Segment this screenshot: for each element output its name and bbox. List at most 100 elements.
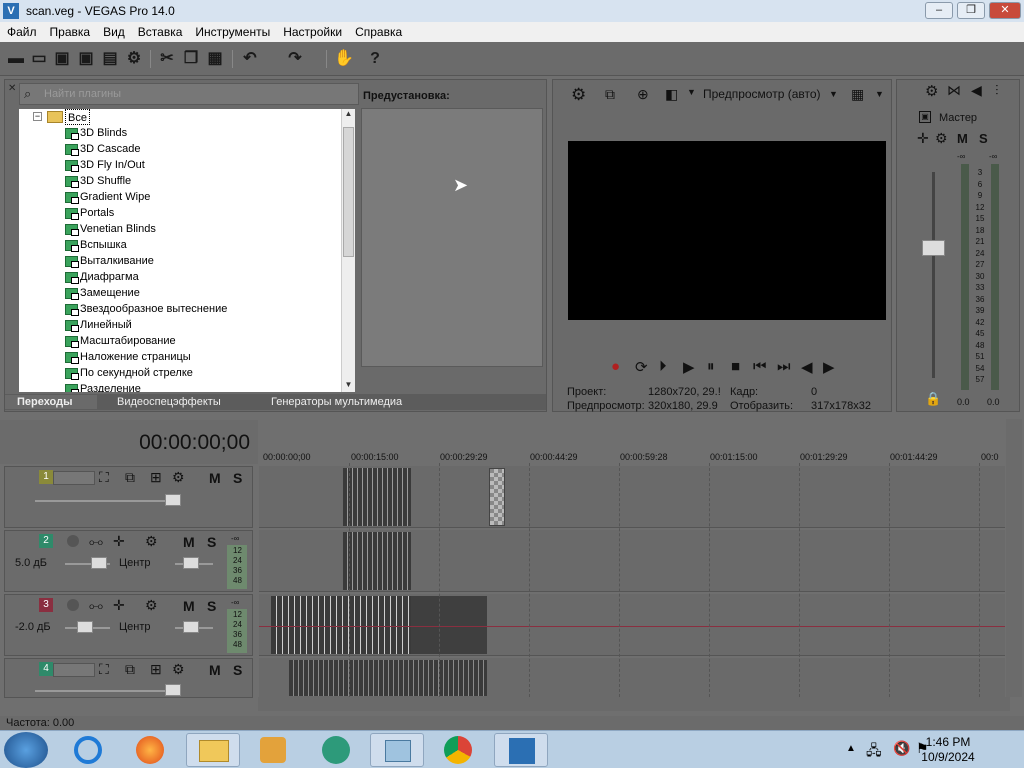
master-fader-handle[interactable] xyxy=(922,240,945,256)
scroll-thumb[interactable] xyxy=(343,127,354,257)
plugin-item[interactable]: 3D Shuffle xyxy=(80,173,131,189)
preview-device-icon[interactable]: ⧉ xyxy=(605,86,615,103)
track-header-2[interactable]: 2 ⧟ ✛ ⚙ M S 5.0 дБ Центр -∞ 12 24 36 48 xyxy=(4,530,253,592)
plugin-item[interactable]: Вспышка xyxy=(80,237,127,253)
track-header-4[interactable]: 4 ⛶ ⧉ ⊞ ⚙ M S xyxy=(4,658,253,698)
plugin-item[interactable]: 3D Blinds xyxy=(80,125,127,141)
save-icon[interactable]: ▣ xyxy=(52,49,72,69)
preview-quality-dropdown[interactable]: Предпросмотр (авто) xyxy=(703,87,821,101)
master-solo-button[interactable]: S xyxy=(979,131,988,146)
track-settings-gear-icon[interactable]: ⚙ xyxy=(172,469,185,486)
track-invert-icon[interactable]: ⧟ xyxy=(89,597,103,614)
timeline-ruler[interactable]: 00:00:00;00 00:00:15:00 00:00:29:29 00:00:4… xyxy=(259,443,1009,465)
firefox-icon[interactable] xyxy=(126,733,180,767)
split-screen-icon[interactable]: ⊕ xyxy=(637,86,649,103)
cut-icon[interactable]: ✂ xyxy=(157,49,177,69)
plugin-item[interactable]: Portals xyxy=(80,205,114,221)
plugin-tree-scrollbar[interactable]: ▲ ▼ xyxy=(341,109,355,392)
tab-media-generators[interactable]: Генераторы мультимедиа xyxy=(271,395,402,409)
play-from-start-icon[interactable]: ⏵ xyxy=(659,358,667,375)
menu-view[interactable]: Вид xyxy=(96,22,131,39)
video-clip[interactable] xyxy=(343,468,411,526)
record-icon[interactable]: ● xyxy=(611,358,620,375)
tree-root-all[interactable]: Все xyxy=(65,109,90,125)
plugin-item[interactable]: Диафрагма xyxy=(80,269,139,285)
plugin-item[interactable]: Выталкивание xyxy=(80,253,154,269)
plugin-item[interactable]: Линейный xyxy=(80,317,132,333)
preview-quality-chevron-icon[interactable]: ▼ xyxy=(829,89,838,99)
track-pan-handle[interactable] xyxy=(183,621,199,633)
timeline-horizontal-scrollbar[interactable] xyxy=(258,697,1010,711)
track-level-slider[interactable] xyxy=(35,500,170,502)
track-solo-button[interactable]: S xyxy=(233,662,242,678)
track-lane-2[interactable] xyxy=(259,530,1005,592)
grid-icon[interactable]: ▦ xyxy=(851,86,864,103)
menu-help[interactable]: Справка xyxy=(348,22,408,39)
undo-icon[interactable]: ↶ xyxy=(240,49,260,69)
new-icon[interactable]: ▬ xyxy=(6,49,26,69)
minimize-button[interactable]: – xyxy=(925,2,953,19)
master-fx-icon[interactable]: ⚙ xyxy=(935,130,948,147)
network-icon[interactable]: 🖧 xyxy=(866,740,882,764)
vegas-taskbar-icon[interactable] xyxy=(494,733,548,767)
track-solo-button[interactable]: S xyxy=(233,470,242,486)
preset-area[interactable] xyxy=(361,108,543,367)
tray-expand-icon[interactable]: ▲ xyxy=(846,743,856,754)
track-fx-icon[interactable]: ⧉ xyxy=(125,469,135,486)
app-icon[interactable] xyxy=(310,733,364,767)
menu-tools[interactable]: Инструменты xyxy=(188,22,276,39)
track-lane-3[interactable] xyxy=(259,594,1005,656)
scroll-up-icon[interactable]: ▲ xyxy=(342,109,355,121)
mixer-gear-icon[interactable]: ⚙ xyxy=(925,82,938,100)
mixer-fader-icon[interactable]: ⫶ xyxy=(995,82,999,99)
start-button[interactable] xyxy=(4,732,48,768)
system-clock[interactable]: 1:46 PM 10/9/2024 xyxy=(918,735,978,765)
track-composite-icon[interactable]: ⊞ xyxy=(150,469,162,486)
save-as-icon[interactable]: ▣ xyxy=(76,49,96,69)
next-frame-icon[interactable]: ▶ xyxy=(823,358,835,376)
track-mute-button[interactable]: M xyxy=(183,598,195,614)
track-name-field[interactable] xyxy=(53,471,95,485)
panel-close-icon[interactable]: ✕ xyxy=(8,83,16,94)
track-invert-icon[interactable]: ⧟ xyxy=(89,533,103,550)
tab-transitions[interactable]: Переходы xyxy=(5,395,97,409)
paste-icon[interactable]: ▦ xyxy=(205,49,225,69)
tab-video-fx[interactable]: Видеоспецэффекты xyxy=(117,395,221,409)
plugin-item[interactable]: Масштабирование xyxy=(80,333,176,349)
track-solo-button[interactable]: S xyxy=(207,534,216,550)
plugin-search-input[interactable]: ⌕ Найти плагины xyxy=(19,83,359,105)
go-to-end-icon[interactable]: ⏭ xyxy=(777,358,791,375)
master-pan-icon[interactable]: ✛ xyxy=(917,130,929,147)
redo-icon[interactable]: ↷ xyxy=(285,49,305,69)
plugin-item[interactable]: Gradient Wipe xyxy=(80,189,150,205)
plugin-item[interactable]: 3D Fly In/Out xyxy=(80,157,145,173)
track-mute-button[interactable]: M xyxy=(183,534,195,550)
track-motion-icon[interactable]: ⛶ xyxy=(99,661,109,678)
overlay-icon[interactable]: ◧ xyxy=(665,86,678,103)
menu-file[interactable]: Файл xyxy=(0,22,43,39)
play-icon[interactable]: ▶ xyxy=(683,358,695,376)
video-clip[interactable] xyxy=(289,660,487,696)
plugin-item[interactable]: Замещение xyxy=(80,285,140,301)
loop-icon[interactable]: ⟳ xyxy=(635,358,648,376)
stop-icon[interactable]: ■ xyxy=(731,358,740,375)
track-settings-gear-icon[interactable]: ⚙ xyxy=(145,533,158,550)
copy-icon[interactable]: ❐ xyxy=(181,49,201,69)
track-name-field[interactable] xyxy=(53,663,95,677)
close-button[interactable]: ✕ xyxy=(989,2,1021,19)
audio-clip[interactable] xyxy=(271,596,487,654)
track-settings-gear-icon[interactable]: ⚙ xyxy=(145,597,158,614)
prev-frame-icon[interactable]: ◀ xyxy=(801,358,813,376)
track-composite-icon[interactable]: ⊞ xyxy=(150,661,162,678)
track-mute-button[interactable]: M xyxy=(209,470,221,486)
explorer-icon[interactable] xyxy=(186,733,240,767)
audio-clip[interactable] xyxy=(343,532,411,590)
track-level-handle[interactable] xyxy=(165,494,181,506)
grid-dropdown-icon[interactable]: ▼ xyxy=(875,89,884,99)
track-header-3[interactable]: 3 ⧟ ✛ ⚙ M S -2.0 дБ Центр -∞ 12 24 36 48 xyxy=(4,594,253,656)
track-pan-icon[interactable]: ✛ xyxy=(113,533,125,550)
properties-gear-icon[interactable]: ⚙ xyxy=(124,49,144,69)
lock-icon[interactable]: 🔒 xyxy=(925,391,941,407)
track-pan-icon[interactable]: ✛ xyxy=(113,597,125,614)
ie-icon[interactable] xyxy=(64,733,118,767)
